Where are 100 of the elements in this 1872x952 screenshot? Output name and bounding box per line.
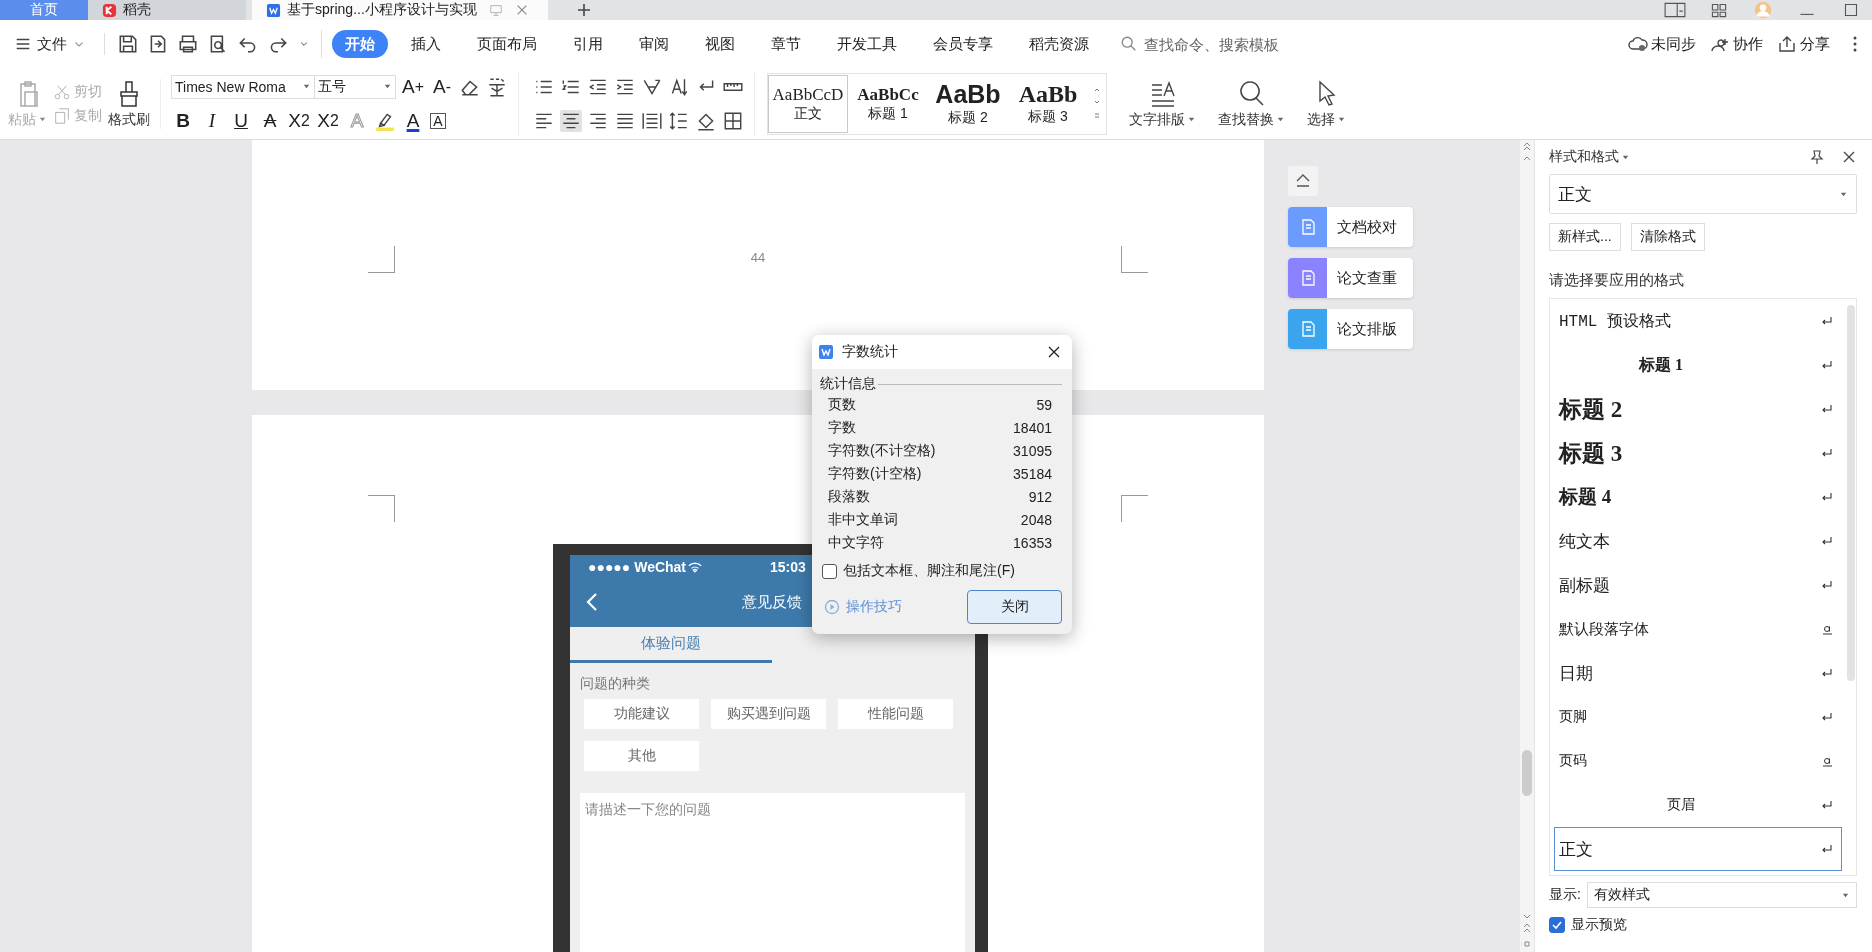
- text-format-button[interactable]: A: [401, 107, 425, 134]
- stat-label: 非中文单词: [828, 511, 898, 529]
- checkbox[interactable]: [1549, 917, 1565, 933]
- stat-value: 2048: [1020, 512, 1052, 528]
- ribbon-tool-button[interactable]: 选择: [1307, 78, 1346, 129]
- group-label: 统计信息: [820, 375, 876, 393]
- checkbox[interactable]: [822, 563, 837, 579]
- writer-document-icon: [266, 2, 281, 18]
- font-name-dropdown[interactable]: Times New Roma: [171, 74, 315, 99]
- style-list-item[interactable]: 标题 4: [1554, 475, 1842, 519]
- close-icon[interactable]: [1046, 344, 1062, 360]
- stat-label: 页数: [828, 396, 856, 414]
- share-icon: [1777, 34, 1797, 54]
- show-filter-dropdown[interactable]: 有效样式: [1586, 882, 1857, 908]
- style-action-button[interactable]: 清除格式: [1630, 223, 1705, 251]
- close-button[interactable]: 关闭: [967, 590, 1062, 624]
- margin-mark: [1121, 246, 1148, 273]
- page-title: 意见反馈: [742, 592, 802, 612]
- style-list-item[interactable]: 页脚: [1554, 695, 1842, 739]
- current-style-dropdown[interactable]: 正文: [1549, 174, 1857, 214]
- ribbon-tab[interactable]: 会员专享: [920, 30, 1006, 58]
- style-action-button[interactable]: 新样式...: [1549, 223, 1621, 251]
- option-chip: 功能建议: [584, 699, 699, 729]
- print-icon[interactable]: [177, 33, 199, 55]
- margin-mark: [368, 495, 395, 522]
- align-icon[interactable]: [560, 109, 582, 132]
- tool-label: 文档校对: [1337, 217, 1397, 237]
- style-list-item[interactable]: 标题 1: [1554, 343, 1842, 387]
- style-prompt: 请选择要应用的格式: [1549, 271, 1685, 290]
- document-tab[interactable]: 稻壳: [88, 0, 246, 20]
- stat-label: 字符数(计空格): [828, 465, 922, 483]
- style-list-item[interactable]: 纯文本: [1554, 519, 1842, 563]
- style-list-item[interactable]: 页眉: [1554, 783, 1842, 827]
- dialog-title: 字数统计: [842, 343, 898, 361]
- line-spacing-icon[interactable]: [668, 109, 690, 132]
- text-format-button[interactable]: A: [430, 112, 446, 129]
- style-preset[interactable]: AaBbCcD 正文: [768, 74, 848, 133]
- side-tool-button[interactable]: 论文排版: [1288, 309, 1413, 349]
- style-preset[interactable]: AaBbCc 标题 1: [848, 74, 928, 133]
- ribbon-tab[interactable]: 视图: [692, 30, 748, 58]
- caret-icon: [1337, 115, 1346, 124]
- stat-label: 字数: [828, 419, 856, 437]
- stat-value: 16353: [1013, 535, 1052, 551]
- style-list-item[interactable]: 正文: [1554, 827, 1842, 871]
- checkbox-label[interactable]: 包括文本框、脚注和尾注(F): [843, 562, 1015, 580]
- style-list-item[interactable]: 日期: [1554, 651, 1842, 695]
- font-size-dropdown[interactable]: 五号: [314, 74, 396, 99]
- text-format-button[interactable]: I: [200, 107, 224, 134]
- carrier-text: ●●●●● WeChat: [588, 559, 687, 575]
- caret-icon: [302, 82, 311, 91]
- ribbon-tool-button[interactable]: 查找替换: [1218, 78, 1285, 129]
- ribbon-tab[interactable]: 开发工具: [824, 30, 910, 58]
- panel-title[interactable]: 样式和格式: [1549, 148, 1630, 166]
- style-preset[interactable]: AaBb 标题 3: [1008, 74, 1088, 133]
- save-icon[interactable]: [117, 33, 139, 55]
- show-label: 显示:: [1549, 886, 1581, 904]
- scrollbar-thumb[interactable]: [1522, 750, 1532, 796]
- ribbon-tab[interactable]: 引用: [560, 30, 616, 58]
- stat-label: 段落数: [828, 488, 870, 506]
- ribbon-tab[interactable]: 章节: [758, 30, 814, 58]
- stat-value: 35184: [1013, 466, 1052, 482]
- style-list-item[interactable]: 标题 3: [1554, 431, 1842, 475]
- ribbon-tab[interactable]: 插入: [398, 30, 454, 58]
- text-format-button[interactable]: B: [171, 107, 195, 134]
- style-list-item[interactable]: HTML 预设格式: [1554, 299, 1842, 343]
- text-format-button[interactable]: U: [229, 107, 253, 134]
- style-list-item[interactable]: 标题 2: [1554, 387, 1842, 431]
- header-action-button[interactable]: 未同步: [1628, 34, 1696, 54]
- header-action-button[interactable]: 分享: [1777, 34, 1830, 54]
- ribbon-tab[interactable]: 稻壳资源: [1016, 30, 1102, 58]
- side-tool-button[interactable]: 论文查重: [1288, 258, 1413, 298]
- side-tool-button[interactable]: 文档校对: [1288, 207, 1413, 247]
- format-painter-button[interactable]: 格式刷: [108, 78, 150, 129]
- ribbon-tab[interactable]: 审阅: [626, 30, 682, 58]
- style-preset[interactable]: AaBb 标题 2: [928, 74, 1008, 133]
- pin-icon[interactable]: [1809, 149, 1825, 165]
- file-menu[interactable]: 文件: [14, 34, 86, 54]
- new-tab-icon[interactable]: [576, 2, 592, 18]
- text-format-button[interactable]: A: [258, 107, 282, 134]
- ribbon-tool-button[interactable]: 文字排版: [1129, 78, 1196, 129]
- style-list-item[interactable]: 页码: [1554, 739, 1842, 783]
- stat-value: 912: [1028, 489, 1052, 505]
- section-label: 问题的种类: [579, 674, 651, 693]
- collapse-icon[interactable]: [1288, 166, 1318, 196]
- docer-logo-icon: [102, 2, 117, 18]
- command-search-field[interactable]: 查找命令、搜索模板: [1120, 34, 1326, 54]
- layout-icon[interactable]: [1664, 1, 1686, 19]
- more-icon[interactable]: [1852, 34, 1858, 54]
- play-icon: [824, 599, 840, 615]
- app-logo-icon: [818, 344, 834, 360]
- margin-mark: [368, 246, 395, 273]
- caret-icon: [383, 82, 392, 91]
- close-icon[interactable]: [1841, 149, 1857, 165]
- style-list-item[interactable]: 副标题: [1554, 563, 1842, 607]
- ribbon-tab[interactable]: 页面布局: [464, 30, 550, 58]
- style-list-item[interactable]: 默认段落字体: [1554, 607, 1842, 651]
- header-action-button[interactable]: 协作: [1710, 34, 1763, 54]
- checkbox-label[interactable]: 显示预览: [1571, 916, 1627, 934]
- ribbon-tab[interactable]: 开始: [332, 30, 388, 58]
- scrollbar-thumb[interactable]: [1847, 305, 1855, 681]
